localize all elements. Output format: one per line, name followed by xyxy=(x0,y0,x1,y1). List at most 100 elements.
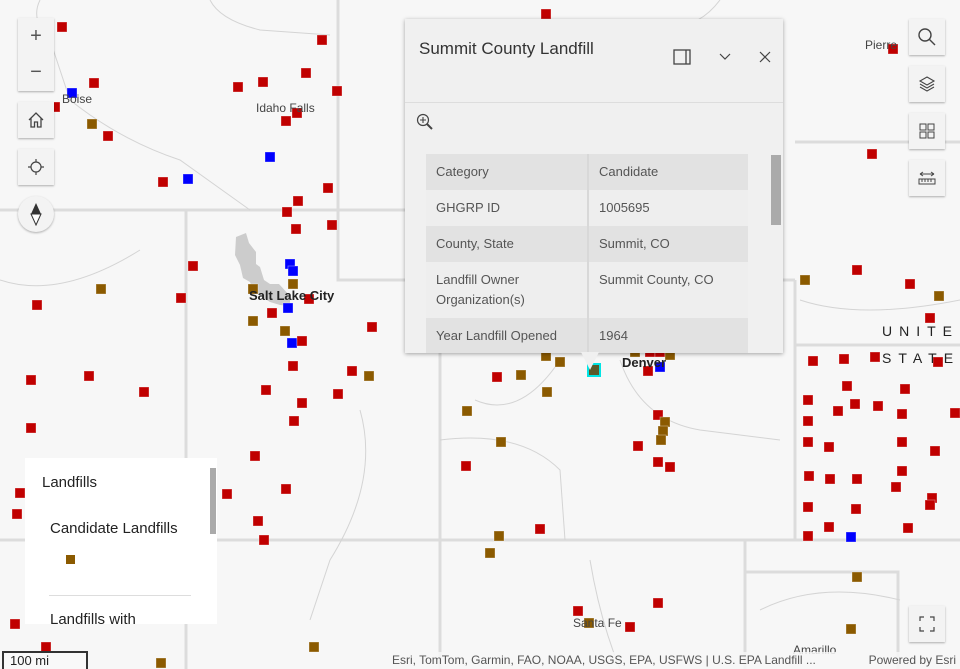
candidate-landfill-marker[interactable] xyxy=(657,425,669,437)
candidate-landfill-marker[interactable] xyxy=(95,283,107,295)
landfill-marker[interactable] xyxy=(346,365,358,377)
landfill-marker[interactable] xyxy=(924,312,936,324)
landfill-marker[interactable] xyxy=(281,206,293,218)
landfill-marker[interactable] xyxy=(280,483,292,495)
candidate-landfill-marker[interactable] xyxy=(659,416,671,428)
basemap-gallery-button[interactable] xyxy=(909,113,945,149)
landfill-marker[interactable] xyxy=(823,441,835,453)
popup-scrollbar[interactable] xyxy=(771,139,781,353)
landfill-marker[interactable] xyxy=(138,386,150,398)
landfill-marker[interactable] xyxy=(296,335,308,347)
candidate-landfill-marker[interactable] xyxy=(461,405,473,417)
candidate-landfill-marker[interactable] xyxy=(493,530,505,542)
landfill-marker[interactable] xyxy=(929,445,941,457)
landfill-marker[interactable] xyxy=(899,383,911,395)
landfill-marker[interactable] xyxy=(841,380,853,392)
candidate-landfill-marker[interactable] xyxy=(484,547,496,559)
candidate-landfill-marker[interactable] xyxy=(933,290,945,302)
landfill-marker[interactable] xyxy=(326,219,338,231)
landfill-marker[interactable] xyxy=(572,605,584,617)
landfill-marker[interactable] xyxy=(851,264,863,276)
landfill-marker[interactable] xyxy=(175,292,187,304)
landfill-marker[interactable] xyxy=(232,81,244,93)
landfill-marker[interactable] xyxy=(832,405,844,417)
landfill-marker[interactable] xyxy=(534,523,546,535)
landfill-marker[interactable] xyxy=(902,522,914,534)
landfill-marker[interactable] xyxy=(288,415,300,427)
landfill-marker[interactable] xyxy=(88,77,100,89)
landfill-marker[interactable] xyxy=(280,115,292,127)
landfill-marker[interactable] xyxy=(296,397,308,409)
popup-scroll-thumb[interactable] xyxy=(771,155,781,225)
candidate-landfill-marker[interactable] xyxy=(247,315,259,327)
landfill-marker[interactable] xyxy=(652,456,664,468)
landfill-marker[interactable] xyxy=(802,436,814,448)
landfill-marker[interactable] xyxy=(14,487,26,499)
landfill-marker[interactable] xyxy=(896,465,908,477)
landfill-marker[interactable] xyxy=(157,176,169,188)
landfill-marker[interactable] xyxy=(258,534,270,546)
landfill-marker[interactable] xyxy=(290,223,302,235)
landfill-marker[interactable] xyxy=(257,76,269,88)
landfill-marker[interactable] xyxy=(460,460,472,472)
landfill-marker[interactable] xyxy=(540,8,552,20)
candidate-landfill-marker[interactable] xyxy=(308,641,320,653)
landfill-marker[interactable] xyxy=(287,265,299,277)
zoom-out-button[interactable]: − xyxy=(18,55,54,91)
landfill-marker[interactable] xyxy=(221,488,233,500)
landfill-marker[interactable] xyxy=(366,321,378,333)
landfill-marker[interactable] xyxy=(664,461,676,473)
landfill-marker[interactable] xyxy=(83,370,95,382)
landfill-marker[interactable] xyxy=(624,621,636,633)
landfill-marker[interactable] xyxy=(904,278,916,290)
landfill-marker[interactable] xyxy=(9,618,21,630)
candidate-landfill-marker[interactable] xyxy=(541,386,553,398)
landfill-marker[interactable] xyxy=(25,374,37,386)
landfill-marker[interactable] xyxy=(252,515,264,527)
landfill-marker[interactable] xyxy=(266,307,278,319)
zoom-in-button[interactable]: + xyxy=(18,19,54,55)
landfill-marker[interactable] xyxy=(866,148,878,160)
landfill-marker[interactable] xyxy=(287,360,299,372)
fullscreen-button[interactable] xyxy=(909,606,945,642)
layers-button[interactable] xyxy=(909,66,945,102)
landfill-marker[interactable] xyxy=(838,353,850,365)
landfill-marker[interactable] xyxy=(823,521,835,533)
legend-scrollbar[interactable] xyxy=(210,468,216,534)
landfill-marker[interactable] xyxy=(890,481,902,493)
landfill-marker[interactable] xyxy=(260,384,272,396)
landfill-marker[interactable] xyxy=(56,21,68,33)
candidate-landfill-marker[interactable] xyxy=(155,657,167,669)
landfill-marker[interactable] xyxy=(264,151,276,163)
attribution-bar[interactable]: Esri, TomTom, Garmin, FAO, NOAA, USGS, E… xyxy=(387,652,960,669)
landfill-marker[interactable] xyxy=(249,450,261,462)
locate-button[interactable] xyxy=(18,149,54,185)
landfill-marker[interactable] xyxy=(11,508,23,520)
landfill-marker[interactable] xyxy=(187,260,199,272)
landfill-marker[interactable] xyxy=(491,371,503,383)
home-button[interactable] xyxy=(18,102,54,138)
landfill-marker[interactable] xyxy=(824,473,836,485)
landfill-marker[interactable] xyxy=(869,351,881,363)
landfill-marker[interactable] xyxy=(896,436,908,448)
landfill-marker[interactable] xyxy=(292,195,304,207)
landfill-marker[interactable] xyxy=(802,394,814,406)
candidate-landfill-marker[interactable] xyxy=(363,370,375,382)
attribution-text[interactable]: Esri, TomTom, Garmin, FAO, NOAA, USGS, E… xyxy=(392,652,816,669)
candidate-landfill-marker[interactable] xyxy=(515,369,527,381)
landfill-marker[interactable] xyxy=(332,388,344,400)
landfill-marker[interactable] xyxy=(652,597,664,609)
landfill-marker[interactable] xyxy=(850,503,862,515)
compass-button[interactable] xyxy=(18,196,54,232)
landfill-marker[interactable] xyxy=(31,299,43,311)
landfill-marker[interactable] xyxy=(316,34,328,46)
landfill-marker[interactable] xyxy=(802,415,814,427)
candidate-landfill-marker[interactable] xyxy=(86,118,98,130)
dock-icon[interactable] xyxy=(673,49,691,65)
candidate-landfill-marker[interactable] xyxy=(851,571,863,583)
landfill-marker[interactable] xyxy=(807,355,819,367)
landfill-marker[interactable] xyxy=(102,130,114,142)
landfill-marker[interactable] xyxy=(845,531,857,543)
landfill-marker[interactable] xyxy=(924,499,936,511)
candidate-landfill-marker[interactable] xyxy=(845,623,857,635)
